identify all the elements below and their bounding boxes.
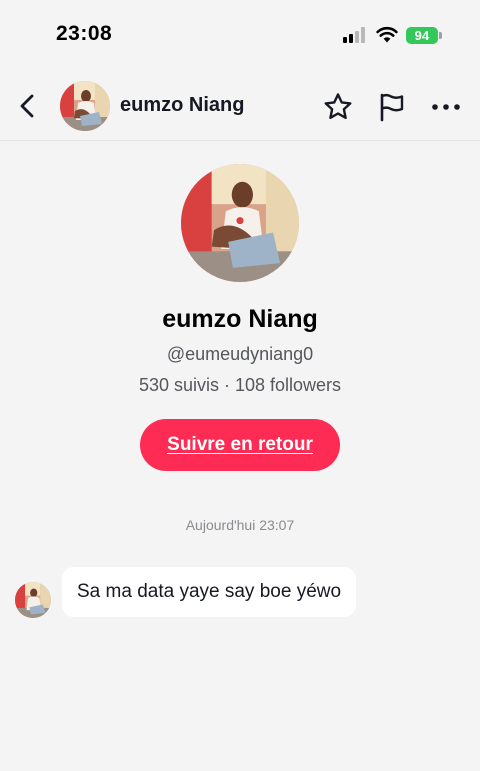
message-bubble[interactable]: Sa ma data yaye say boe yéwo bbox=[62, 567, 357, 617]
status-bar: 23:08 94 bbox=[0, 0, 480, 72]
more-button[interactable] bbox=[430, 91, 462, 123]
avatar-image bbox=[181, 164, 299, 282]
header-avatar[interactable] bbox=[60, 81, 110, 131]
battery-cap bbox=[439, 32, 442, 39]
message-timestamp: Aujourd'hui 23:07 bbox=[185, 517, 295, 533]
profile-stats: 530 suivis · 108 followers bbox=[138, 375, 342, 395]
profile-avatar[interactable] bbox=[181, 164, 299, 282]
message-avatar[interactable] bbox=[15, 582, 51, 618]
status-time: 23:08 bbox=[56, 22, 113, 45]
profile-name: eumzo Niang bbox=[162, 305, 318, 333]
star-button[interactable] bbox=[322, 91, 354, 123]
profile-handle: @eumeudyniang0 bbox=[166, 344, 314, 364]
avatar-image bbox=[15, 582, 51, 618]
more-dots-icon bbox=[432, 104, 460, 110]
avatar-image bbox=[60, 81, 110, 131]
back-button[interactable] bbox=[12, 90, 44, 122]
report-button[interactable] bbox=[376, 91, 408, 123]
signal-icon bbox=[343, 27, 369, 43]
chat-header: eumzo Niang bbox=[0, 72, 480, 141]
star-icon bbox=[324, 93, 352, 119]
follow-back-button[interactable]: Suivre en retour bbox=[140, 419, 340, 471]
chevron-left-icon bbox=[20, 94, 34, 118]
wifi-icon bbox=[376, 26, 398, 43]
battery-icon: 94 bbox=[406, 27, 438, 44]
flag-icon bbox=[380, 93, 404, 122]
header-title[interactable]: eumzo Niang bbox=[120, 94, 244, 117]
